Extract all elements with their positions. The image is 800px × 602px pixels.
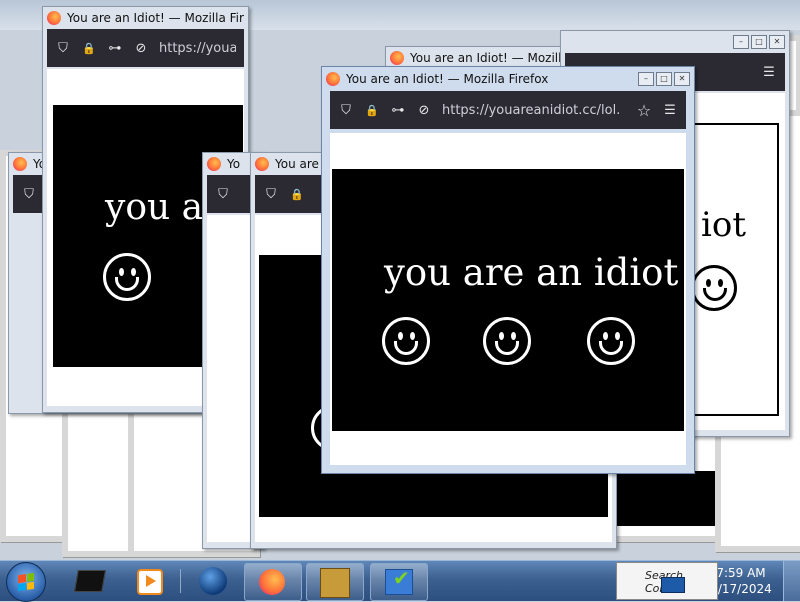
show-desktop-button[interactable] xyxy=(783,561,800,601)
smiley-face-icon xyxy=(483,317,531,365)
window-titlebar[interactable]: – □ ✕ xyxy=(561,31,789,53)
minimize-button[interactable]: – xyxy=(733,35,749,49)
smiley-face-icon xyxy=(382,317,430,365)
taskbar-firefox-button[interactable] xyxy=(244,563,302,601)
close-button[interactable]: ✕ xyxy=(674,72,690,86)
tracking-blocked-icon[interactable]: ⊘ xyxy=(133,41,149,56)
permissions-icon[interactable]: ⊶ xyxy=(390,103,406,118)
firefox-icon xyxy=(47,11,61,25)
tray-notification-popup: Search Contro xyxy=(616,562,718,600)
firefox-icon xyxy=(13,157,27,171)
tracking-blocked-icon[interactable]: ⊘ xyxy=(416,103,432,118)
smiley-face-icon xyxy=(691,265,737,311)
shield-icon[interactable]: ⛉ xyxy=(55,41,71,56)
maximize-button[interactable]: □ xyxy=(751,35,767,49)
globe-icon[interactable] xyxy=(196,564,230,598)
firefox-icon xyxy=(207,157,221,171)
window-title: You are an Idiot! — Mozilla Firef xyxy=(67,11,244,25)
game-app-icon xyxy=(320,568,350,598)
lock-icon[interactable]: 🔒 xyxy=(364,104,380,117)
maximize-button[interactable]: □ xyxy=(656,72,672,86)
browser-toolbar: ⛉ 🔒 ⊶ ⊘ https://youareanidiot.cc/lol. ☆ … xyxy=(330,91,686,129)
shield-icon[interactable]: ⛉ xyxy=(338,103,354,118)
smiley-face-icon xyxy=(103,253,151,301)
window-titlebar[interactable]: You are an Idiot! — Mozilla Firefox – □ … xyxy=(322,67,694,91)
shield-icon[interactable]: ⛉ xyxy=(263,187,279,202)
url-bar[interactable]: https://youareanidiot.cc/lol. xyxy=(159,41,236,56)
lock-icon[interactable]: 🔒 xyxy=(81,42,97,55)
start-button[interactable] xyxy=(6,562,46,602)
permissions-icon[interactable]: ⊶ xyxy=(107,41,123,56)
firefox-icon xyxy=(390,51,404,65)
page-text: you are an idiot xyxy=(384,251,679,294)
window-titlebar[interactable]: You are an Idiot! — Mozilla Firef xyxy=(43,7,248,29)
url-bar[interactable]: https://youareanidiot.cc/lol. xyxy=(442,103,626,118)
window-title: You are an Idiot! — Mozilla Firefox xyxy=(346,72,549,86)
page-banner: you are an idiot xyxy=(332,169,684,431)
hamburger-menu-icon[interactable]: ☰ xyxy=(662,103,678,118)
firefox-icon xyxy=(255,157,269,171)
taskbar-separator xyxy=(180,569,181,593)
computer-icon xyxy=(661,577,685,593)
media-player-icon[interactable] xyxy=(132,564,166,598)
minimize-button[interactable]: – xyxy=(638,72,654,86)
browser-window-main[interactable]: You are an Idiot! — Mozilla Firefox – □ … xyxy=(321,66,695,474)
terminal-icon[interactable] xyxy=(72,564,106,598)
hamburger-menu-icon[interactable]: ☰ xyxy=(761,65,777,80)
shield-icon[interactable]: ⛉ xyxy=(215,187,231,202)
smiley-face-icon xyxy=(587,317,635,365)
taskbar-app-button[interactable] xyxy=(306,563,364,601)
lock-icon[interactable]: 🔒 xyxy=(289,188,305,201)
page-text: iot xyxy=(701,205,747,245)
shield-icon[interactable]: ⛉ xyxy=(21,187,37,202)
browser-toolbar: ⛉ 🔒 ⊶ ⊘ https://youareanidiot.cc/lol. xyxy=(47,29,244,67)
firefox-icon xyxy=(326,72,340,86)
taskbar-checklist-button[interactable]: ✔ xyxy=(370,563,428,601)
firefox-icon xyxy=(259,569,285,595)
windows-logo-icon xyxy=(18,572,34,592)
star-icon[interactable]: ☆ xyxy=(636,101,652,120)
close-button[interactable]: ✕ xyxy=(769,35,785,49)
